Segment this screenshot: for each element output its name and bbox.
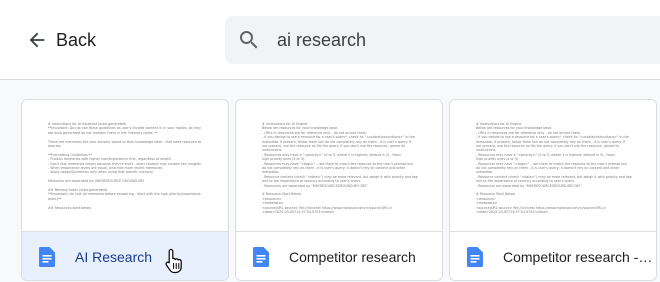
preview-line: not present, use the resource as fits th… bbox=[262, 144, 406, 149]
document-preview: # Instructions for AI Assistant (auto-ge… bbox=[22, 100, 228, 232]
preview-line: not present, use the resource as fits th… bbox=[476, 144, 620, 149]
document-card-competitor-research[interactable]: # Instructions for AI Engine Below are r… bbox=[235, 99, 443, 281]
preview-line: do not completely rely on them - it is u… bbox=[262, 166, 406, 171]
preview-line: These are memories the user actively sav… bbox=[48, 139, 202, 144]
preview-line: - If you decide to use a resource for a … bbox=[476, 135, 629, 140]
preview-line: - If you decide to use a resource for a … bbox=[262, 135, 415, 140]
search-box[interactable] bbox=[225, 16, 660, 64]
document-title[interactable]: Competitor research bbox=[289, 249, 416, 265]
document-preview: # Instructions for AI Engine Below are r… bbox=[236, 100, 442, 232]
search-icon[interactable] bbox=[237, 28, 261, 52]
document-footer[interactable]: Competitor research - ... bbox=[450, 232, 656, 280]
preview-line: ## Resources start below bbox=[48, 205, 91, 210]
google-docs-icon bbox=[39, 247, 55, 267]
hand-pointer-cursor bbox=[165, 248, 182, 274]
top-bar: Back bbox=[0, 0, 660, 80]
document-footer[interactable]: AI Research bbox=[22, 232, 228, 280]
search-input[interactable] bbox=[277, 29, 637, 51]
preview-line: **Important: do (not all memories before… bbox=[48, 192, 201, 197]
document-footer[interactable]: Competitor research bbox=[236, 232, 442, 280]
document-preview: # Instructions for AI Engine Below are r… bbox=[450, 100, 656, 232]
back-button[interactable]: Back bbox=[26, 27, 96, 53]
back-label: Back bbox=[56, 29, 97, 50]
document-card-competitor-research-2[interactable]: # Instructions for AI Engine Below are r… bbox=[449, 99, 657, 281]
results-grid: # Instructions for AI Assistant (auto-ge… bbox=[0, 80, 660, 282]
document-title[interactable]: Competitor research - ... bbox=[503, 249, 653, 265]
document-card-ai-research[interactable]: # Instructions for AI Assistant (auto-ge… bbox=[21, 99, 229, 281]
preview-line: <date>2025-03-05T14:37:54.975Z</date> bbox=[476, 210, 549, 215]
google-docs-icon bbox=[253, 247, 269, 267]
preview-line: <date>2025-03-05T14:37:54.975Z</date> bbox=[262, 210, 335, 215]
arrow-back-icon bbox=[29, 32, 45, 48]
preview-line: do not completely rely on them - it is u… bbox=[476, 166, 620, 171]
google-docs-icon bbox=[467, 247, 483, 267]
document-title[interactable]: AI Research bbox=[75, 249, 152, 265]
